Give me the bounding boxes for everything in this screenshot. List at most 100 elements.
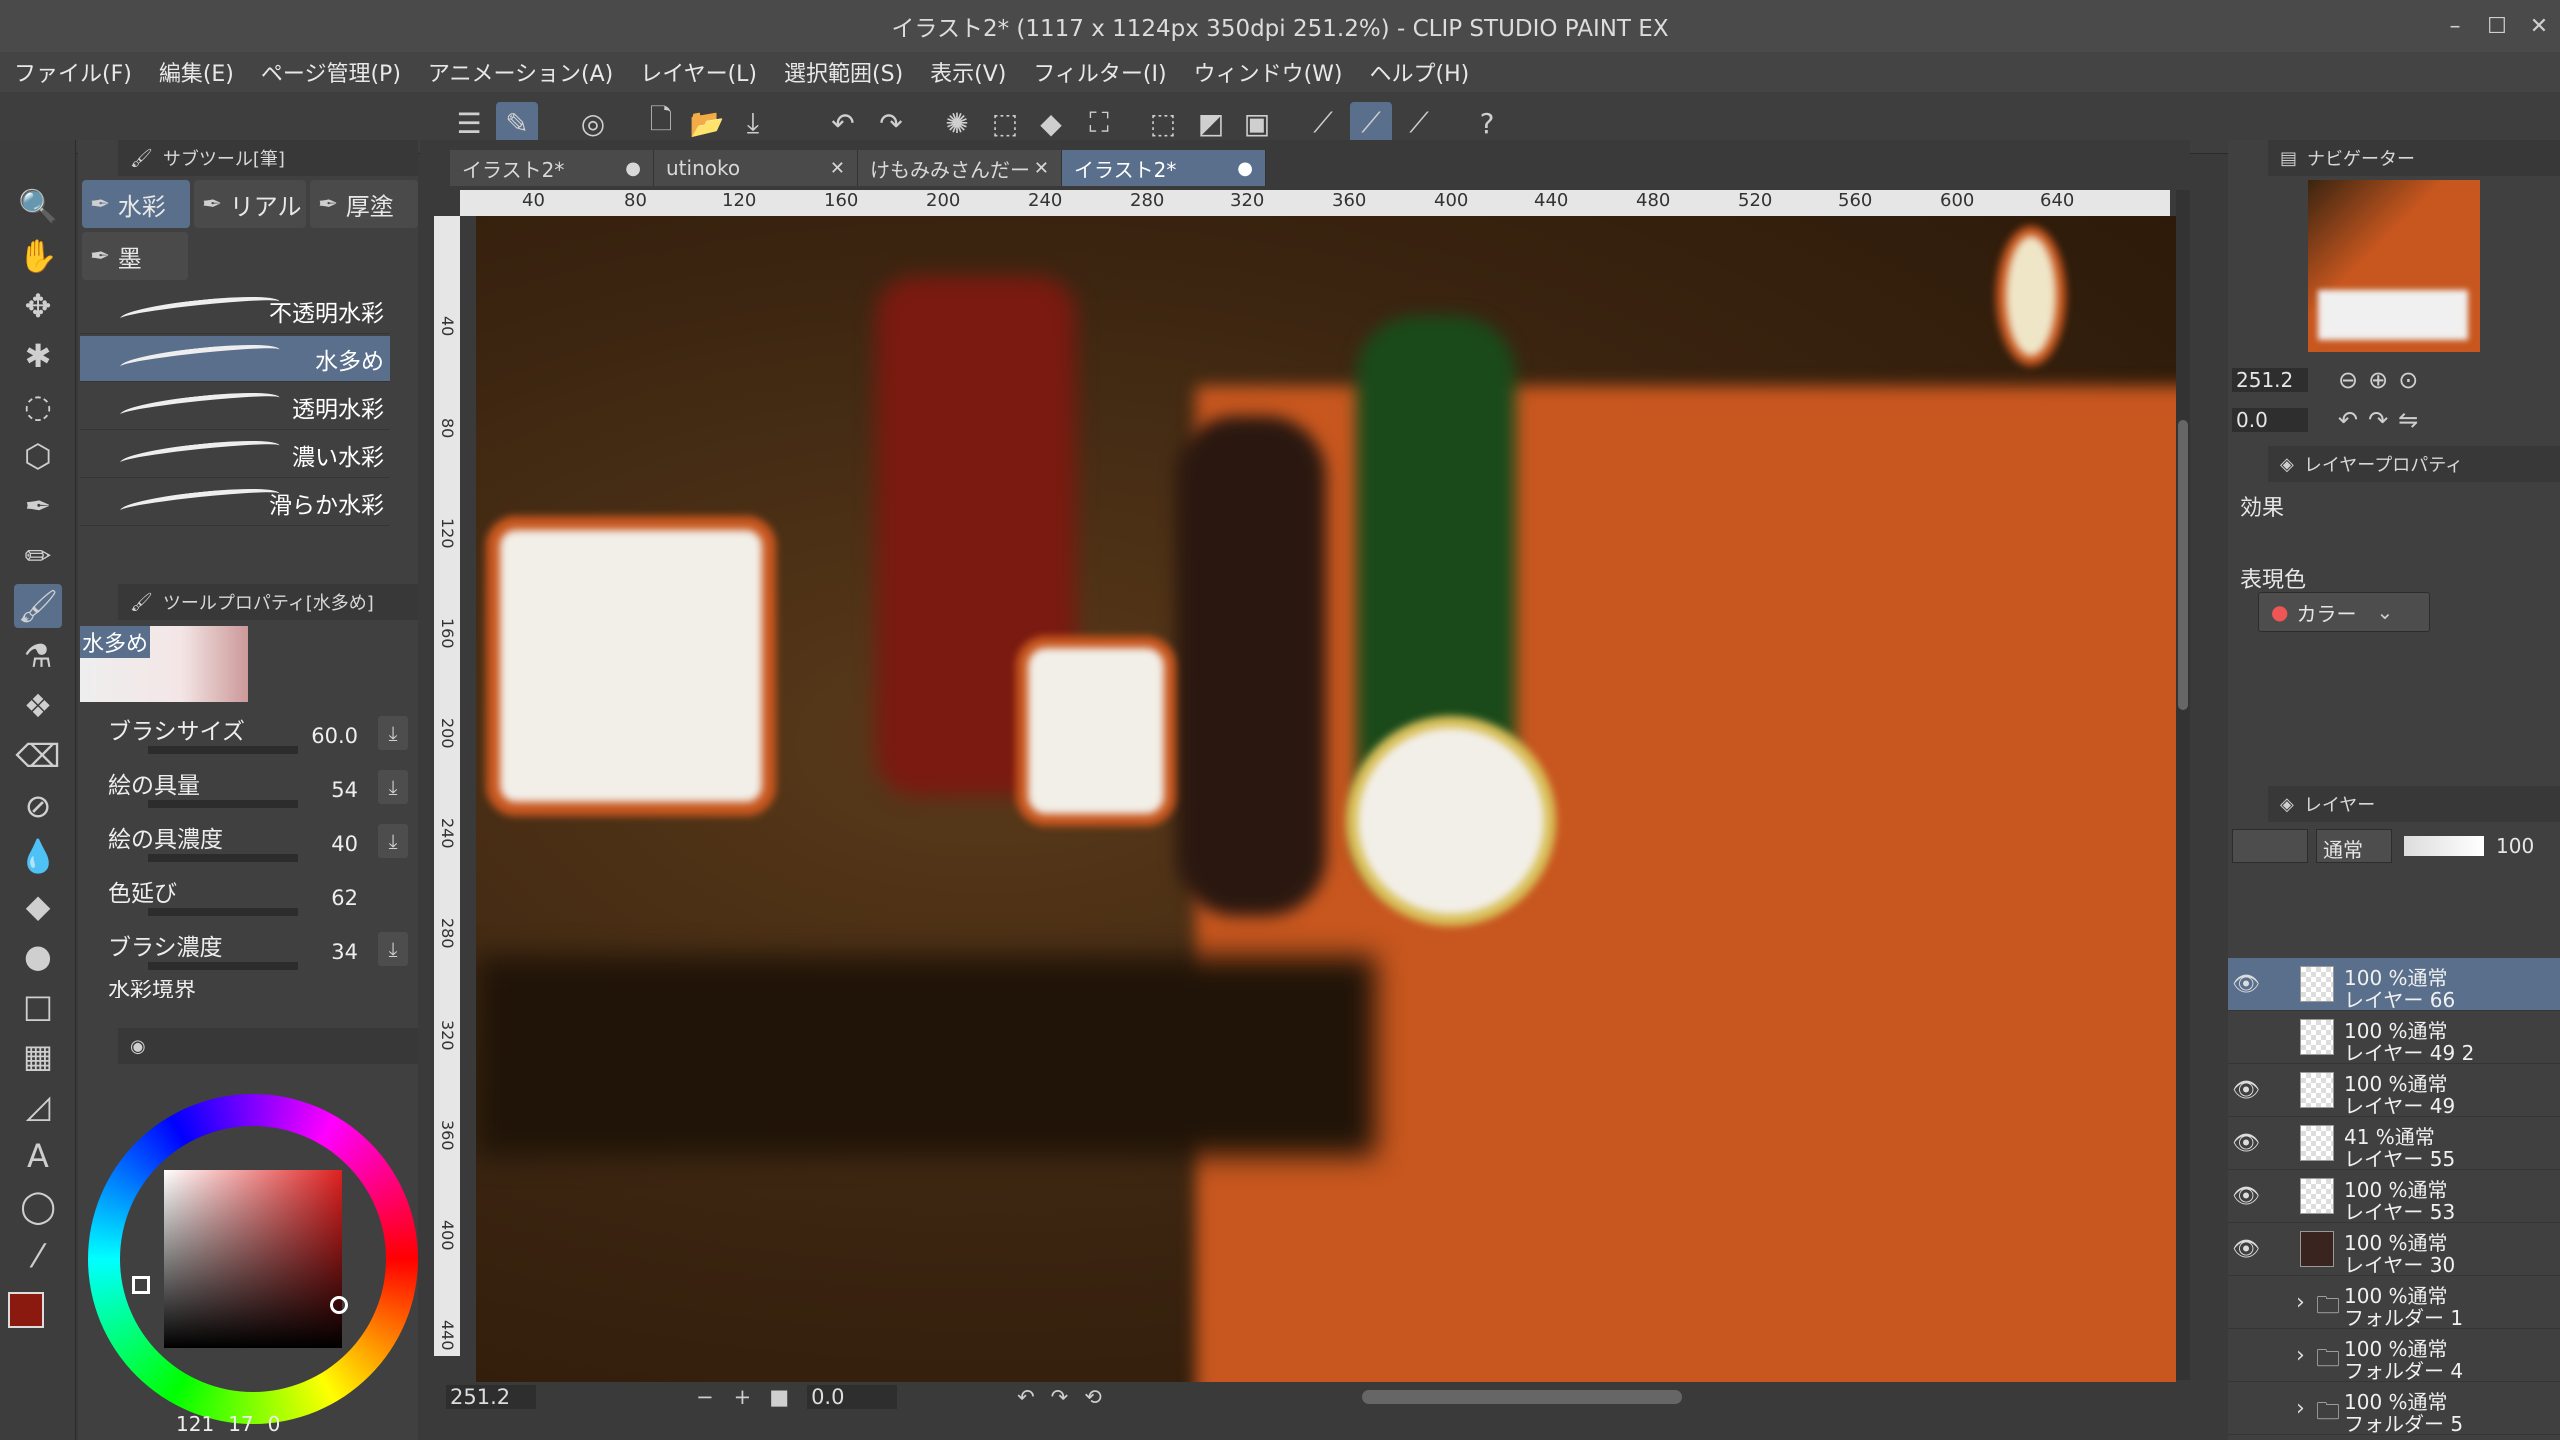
layer-row[interactable]: 👁 100 %通常 レイヤー 66 [2228, 958, 2560, 1012]
menu-selection[interactable]: 選択範囲(S) [784, 56, 903, 88]
zoom-out-icon[interactable]: ⊖ [2338, 366, 2358, 394]
prop-slider[interactable] [148, 908, 298, 916]
menu-layer[interactable]: レイヤー(L) [640, 56, 757, 88]
frame-border-icon[interactable]: ▦ [14, 1034, 62, 1078]
fill-bucket-icon[interactable]: ◆ [14, 884, 62, 928]
prop-watercolor-edge[interactable]: 水彩境界 [108, 980, 196, 998]
spiral-icon[interactable]: ◎ [572, 102, 614, 144]
close-tab-icon[interactable]: ✕ [830, 158, 845, 179]
blend-mode-select[interactable]: 通常 [2316, 829, 2392, 863]
horizontal-scroll-thumb[interactable] [1361, 1390, 1682, 1404]
pin-icon[interactable]: ⤓ [378, 770, 408, 804]
zoom-in-icon[interactable]: + [734, 1385, 752, 1409]
figure-icon[interactable]: □ [14, 984, 62, 1028]
invert-icon[interactable]: ◩ [1190, 102, 1232, 144]
angle-value[interactable]: 0.0 [807, 1385, 898, 1409]
opacity-value[interactable]: 100 [2496, 834, 2534, 858]
menu-file[interactable]: ファイル(F) [14, 56, 132, 88]
opacity-slider[interactable] [2404, 836, 2484, 856]
chevron-right-icon[interactable]: › [2296, 1396, 2305, 1421]
lasso-icon[interactable]: ◌ [14, 384, 62, 428]
eye-icon[interactable]: 👁 [2232, 1131, 2260, 1156]
menu-page[interactable]: ページ管理(P) [261, 56, 401, 88]
layer-row[interactable]: 👁 41 %通常 レイヤー 55 [2228, 1117, 2560, 1171]
open-icon[interactable]: 📂 [686, 102, 728, 144]
navigator-preview[interactable] [2308, 180, 2480, 352]
prop-brush-size[interactable]: ブラシサイズ 60.0 ⤓ [108, 708, 408, 760]
prop-slider[interactable] [148, 962, 298, 970]
pen-active-icon[interactable]: ⟋ [1350, 102, 1392, 144]
prop-value[interactable]: 60.0 [311, 724, 358, 748]
brush-item[interactable]: 透明水彩 [80, 384, 390, 430]
pin-icon[interactable]: ⤓ [378, 716, 408, 750]
vertical-scrollbar[interactable] [2176, 190, 2190, 1380]
menu-icon[interactable]: ☰ [448, 102, 490, 144]
color-mode-select[interactable]: ● カラー ⌄ [2258, 592, 2430, 632]
menu-animation[interactable]: アニメーション(A) [428, 56, 613, 88]
fill-icon[interactable]: ◆ [1030, 102, 1072, 144]
tab-real[interactable]: ✒ リアル [194, 180, 306, 228]
prop-value[interactable]: 54 [331, 778, 358, 802]
zoom-in-icon[interactable]: ⊕ [2368, 366, 2388, 394]
hand-icon[interactable]: ✋ [14, 234, 62, 278]
layer-row[interactable]: 👁 100 %通常 レイヤー 53 [2228, 1170, 2560, 1224]
tab-document-active[interactable]: イラスト2* ● [1062, 150, 1266, 186]
save-icon[interactable]: ⤓ [732, 102, 774, 144]
undo-icon[interactable]: ↶ [822, 102, 864, 144]
flip-horizontal-icon[interactable]: ⇋ [2398, 406, 2418, 434]
zoom-out-icon[interactable]: − [696, 1385, 714, 1409]
rotate-left-icon[interactable]: ↶ [1017, 1385, 1035, 1409]
eye-icon[interactable]: 👁 [2232, 1237, 2260, 1262]
vertical-scroll-thumb[interactable] [2178, 420, 2188, 710]
navigator-angle-value[interactable]: 0.0 [2232, 408, 2308, 432]
transform-icon[interactable]: ⛶ [1078, 102, 1120, 144]
zoom-icon[interactable]: 🔍 [14, 184, 62, 228]
pin-icon[interactable]: ⤓ [378, 932, 408, 966]
ruler-icon[interactable]: ⟋ [1302, 102, 1344, 144]
minimize-icon[interactable]: – [2434, 0, 2476, 52]
help-icon[interactable]: ? [1466, 102, 1508, 144]
prop-value[interactable]: 40 [331, 832, 358, 856]
folder-row[interactable]: › 🗀 100 %通常 フォルダー 5 [2228, 1382, 2560, 1436]
prop-slider[interactable] [148, 746, 298, 754]
rotate-left-icon[interactable]: ↶ [2338, 406, 2358, 434]
menu-help[interactable]: ヘルプ(H) [1370, 56, 1470, 88]
tab-thick[interactable]: ✒ 厚塗 [310, 180, 418, 228]
frame-icon[interactable]: ▣ [1236, 102, 1278, 144]
chevron-right-icon[interactable]: › [2296, 1343, 2305, 1368]
decoration-icon[interactable]: ❖ [14, 684, 62, 728]
tab-document[interactable]: けもみみさんだー ✕ [858, 150, 1062, 186]
folder-row[interactable]: › 🗀 100 %通常 フォルダー 4 [2228, 1329, 2560, 1383]
layer-row[interactable]: 👁 100 %通常 レイヤー 49 [2228, 1064, 2560, 1118]
layer-row[interactable]: 👁 100 %通常 レイヤー 30 [2228, 1223, 2560, 1277]
brush-item[interactable]: 不透明水彩 [80, 288, 390, 334]
prop-paint-density[interactable]: 絵の具濃度 40 ⤓ [108, 816, 408, 868]
brush-item-selected[interactable]: 水多め [80, 336, 390, 382]
actual-size-icon[interactable]: ⊙ [2398, 366, 2418, 394]
prop-slider[interactable] [148, 854, 298, 862]
tab-document[interactable]: イラスト2* ● [450, 150, 654, 186]
prop-slider[interactable] [148, 800, 298, 808]
folder-row[interactable]: › 🗀 100 %通常 フォルダー 1 [2228, 1276, 2560, 1330]
drawing-canvas[interactable] [476, 216, 2176, 1386]
color-handle[interactable] [330, 1296, 348, 1314]
blend-icon[interactable]: 💧 [14, 834, 62, 878]
line-icon[interactable]: ⟋ [1398, 102, 1440, 144]
brush-item[interactable]: 濃い水彩 [80, 432, 390, 478]
chevron-right-icon[interactable]: › [2296, 1290, 2305, 1315]
saturation-square[interactable] [164, 1170, 342, 1348]
redo-icon[interactable]: ↷ [870, 102, 912, 144]
fit-icon[interactable]: ■ [769, 1385, 789, 1409]
brush-icon[interactable]: 🖌 [14, 584, 62, 628]
magic-wand-icon[interactable]: ✱ [14, 334, 62, 378]
eye-icon[interactable]: 👁 [2232, 1184, 2260, 1209]
pen-icon[interactable]: ✒ [14, 484, 62, 528]
menu-window[interactable]: ウィンドウ(W) [1194, 56, 1343, 88]
clear-icon[interactable]: ⬚ [1142, 102, 1184, 144]
layer-row[interactable]: 100 %通常 レイヤー 49 2 [2228, 1011, 2560, 1065]
ruler-tool-icon[interactable]: ◿ [14, 1084, 62, 1128]
layer-color-select[interactable] [2232, 829, 2308, 863]
tab-document[interactable]: utinoko ✕ [654, 150, 858, 186]
gradient-icon[interactable]: ● [14, 934, 62, 978]
main-color-swatch[interactable] [8, 1292, 44, 1328]
